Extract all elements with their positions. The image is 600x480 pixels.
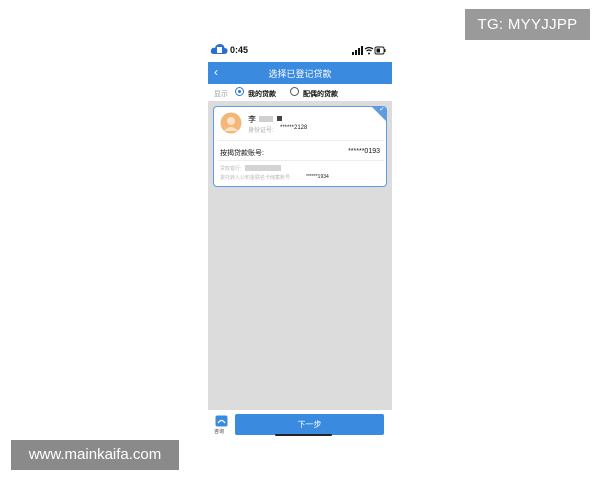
bank-label: 贷款银行: [220,166,242,172]
bank-redacted [245,165,281,171]
radio-my-loans[interactable] [235,87,244,96]
id-number-value: ******2128 [280,125,308,131]
consult-label[interactable]: 咨询 [214,428,224,435]
next-button[interactable]: 下一步 [235,414,384,435]
app-logo-icon [210,44,228,54]
name-redacted [259,116,273,122]
loan-account-value: ******0193 [348,148,380,155]
id-number-label: 身份证号: [248,128,274,134]
loan-card[interactable]: ✓ 李 身份证号: ******2128 按揭贷款账号: ******0193 … [213,106,387,187]
status-time: 0:45 [230,45,249,55]
holder-name: 李 [248,115,256,124]
fund-account-value: ******1934 [306,174,329,180]
phone-screen: 0:45 ‹ 选择已登记贷款 显示 我的贷款 配偶的贷款 ✓ 李 身份证号: *… [208,40,392,440]
status-icons [352,46,386,55]
home-indicator [275,434,332,436]
radio-my-loans-label[interactable]: 我的贷款 [248,89,276,99]
fund-account-label: 委托转入公积金联名卡储蓄账号: [220,175,292,181]
title-bar: ‹ 选择已登记贷款 [208,62,392,84]
watermark-bottom-left: www.mainkaifa.com [11,440,179,470]
card-divider [218,160,384,161]
page-title: 选择已登记贷款 [268,69,332,79]
card-divider [218,140,384,141]
avatar-icon [220,112,242,134]
signal-icon [352,46,363,55]
radio-spouse-loans[interactable] [290,87,299,96]
display-filter-label: 显示 [214,91,228,98]
gender-icon [277,116,282,121]
radio-spouse-loans-label[interactable]: 配偶的贷款 [303,89,338,99]
consult-icon[interactable] [215,415,228,427]
status-bar: 0:45 [208,40,392,62]
watermark-top-right: TG: MYYJJPP [465,9,590,40]
display-filter: 显示 我的贷款 配偶的贷款 [208,84,392,101]
check-icon: ✓ [379,106,385,113]
wifi-icon [364,46,374,55]
bottom-bar: 咨询 下一步 [208,410,392,440]
battery-icon [374,46,386,55]
loan-account-label: 按揭贷款账号: [220,150,264,157]
